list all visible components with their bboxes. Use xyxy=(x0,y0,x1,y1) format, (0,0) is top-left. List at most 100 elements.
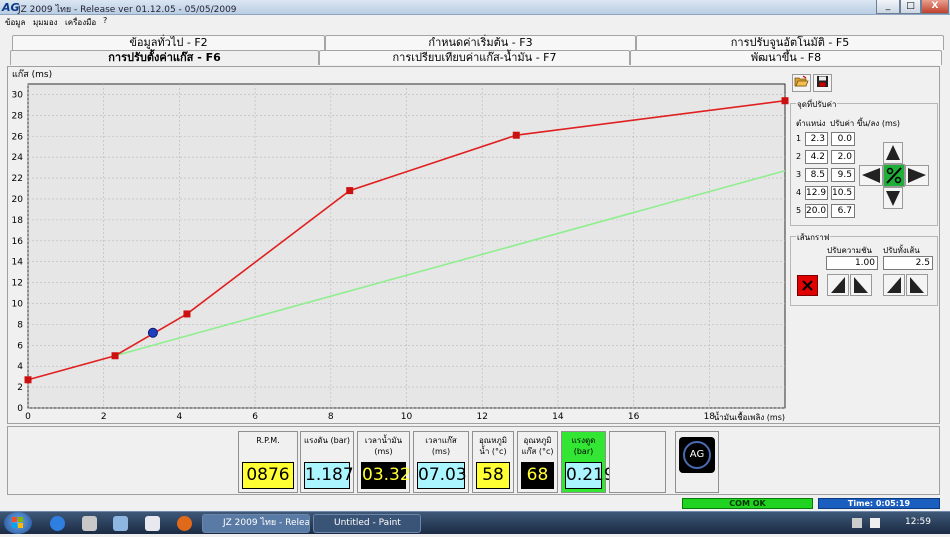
y-tick-label: 22 xyxy=(12,174,23,184)
gauge-value: 03.32 xyxy=(361,462,411,489)
point-position-field[interactable]: 4.2 xyxy=(805,150,828,164)
reset-center-button[interactable] xyxy=(883,164,905,187)
gauge: อุณหภูมิแก๊ส (°c) 68 xyxy=(517,431,558,493)
offset-down-button[interactable] xyxy=(906,274,928,296)
close-button[interactable]: X xyxy=(921,0,949,14)
point-position-field[interactable]: 20.0 xyxy=(805,204,828,218)
floppy-disk-icon[interactable] xyxy=(813,74,832,92)
tab-general-info[interactable]: ข้อมูลทั่วไป - F2 xyxy=(12,35,325,50)
task-jz2009[interactable]: JZ 2009 ไทย - Release... xyxy=(202,514,310,533)
gauge-label: เวลาแก๊ส (ms) xyxy=(425,436,457,456)
network-icon[interactable] xyxy=(852,518,862,528)
tab-gas-fuel-compare[interactable]: การเปรียบเทียบค่าแก๊ส-น้ำมัน - F7 xyxy=(319,50,630,65)
y-tick-label: 26 xyxy=(12,132,24,142)
window-title: JZ 2009 ไทย - Release ver 01.12.05 - 05/… xyxy=(18,5,237,15)
live-position-cursor xyxy=(147,327,158,338)
slope-field[interactable]: 1.00 xyxy=(826,256,878,270)
menu-view[interactable]: มุมมอง xyxy=(33,16,58,29)
x-tick-label: 14 xyxy=(552,412,564,422)
desktop-icon[interactable] xyxy=(113,516,128,531)
connection-status: COM OK xyxy=(682,498,813,509)
gas-curve-chart[interactable]: 0246810121416182022242628300 2 4 6 8 10 12 14 16… xyxy=(0,64,790,424)
point-adjust-field[interactable]: 6.7 xyxy=(831,204,855,218)
gauge: เวลาน้ำมัน (ms) 03.32 xyxy=(357,431,411,493)
firefox-icon[interactable] xyxy=(177,516,192,531)
right-panel: จุดที่ปรับค่า ตำแหน่ง ปรับค่า ขึ้น/ลง (m… xyxy=(790,72,940,422)
offset-field[interactable]: 2.5 xyxy=(883,256,933,270)
gauge: แรงดัน (bar) 1.187 xyxy=(300,431,354,493)
offset-up-button[interactable] xyxy=(883,274,905,296)
maximize-button[interactable]: □ xyxy=(900,0,921,14)
arrow-up-button[interactable] xyxy=(883,142,903,164)
minimize-button[interactable]: _ xyxy=(876,0,900,14)
tab-auto-tuning[interactable]: การปรับจูนอัตโนมัติ - F5 xyxy=(636,35,944,50)
logo-badge-text: AG xyxy=(683,441,711,469)
x-axis-label: น้ำมันเชื้อเพลิง (ms) xyxy=(714,411,785,422)
y-tick-label: 14 xyxy=(12,258,24,268)
task-jz2009-label: JZ 2009 ไทย - Release... xyxy=(223,518,310,528)
slope-up-button[interactable] xyxy=(827,274,849,296)
gauge-label: อุณหภูมิแก๊ส (°c) xyxy=(521,436,554,456)
task-paint-label: Untitled - Paint xyxy=(334,518,401,528)
y-tick-label: 24 xyxy=(12,153,24,163)
gauge-label: R.P.M. xyxy=(256,436,280,445)
graph-line-group: เส้นกราฟ ปรับความชัน ปรับทั้งเส้น 1.00 2… xyxy=(790,231,938,306)
task-paint[interactable]: Untitled - Paint xyxy=(313,514,421,533)
gauge-value: 0.219 xyxy=(565,462,615,489)
adjust-points-title: จุดที่ปรับค่า xyxy=(796,98,838,111)
curve-point-marker[interactable] xyxy=(111,352,119,360)
taskbar-clock: 12:59 xyxy=(905,517,931,527)
status-bar: COM OK Time: 0:05:19 xyxy=(0,497,950,510)
menu-help[interactable]: ? xyxy=(103,16,107,25)
x-tick-label: 12 xyxy=(476,412,487,422)
slope-down-button[interactable] xyxy=(850,274,872,296)
tab-initial-settings[interactable]: กำหนดค่าเริ่มต้น - F3 xyxy=(325,35,636,50)
y-tick-label: 28 xyxy=(12,111,24,121)
gauge: R.P.M. 0876 xyxy=(238,431,298,493)
volume-icon[interactable] xyxy=(870,518,880,528)
start-button[interactable] xyxy=(4,512,32,534)
arrow-right-button[interactable] xyxy=(905,165,929,186)
menu-data[interactable]: ข้อมูล xyxy=(5,16,25,29)
point-position-field[interactable]: 2.3 xyxy=(805,132,828,146)
point-adjust-field[interactable]: 2.0 xyxy=(831,150,855,164)
point-index: 3 xyxy=(796,170,802,179)
menu-tools[interactable]: เครื่องมือ xyxy=(65,16,96,29)
y-tick-label: 16 xyxy=(12,237,24,247)
point-adjust-field[interactable]: 9.5 xyxy=(831,168,855,182)
point-index: 2 xyxy=(796,152,802,161)
curve-point-marker[interactable] xyxy=(24,376,32,384)
point-adjust-field[interactable]: 10.5 xyxy=(831,186,855,200)
curve-point-marker[interactable] xyxy=(512,131,520,139)
point-index: 4 xyxy=(796,188,802,197)
logo-badge-frame: AG xyxy=(675,431,719,493)
point-index: 5 xyxy=(796,206,802,215)
media-icon[interactable] xyxy=(82,516,97,531)
curve-point-marker[interactable] xyxy=(781,97,789,105)
x-tick-label: 0 xyxy=(25,412,31,422)
y-tick-label: 0 xyxy=(17,404,23,414)
tab-gas-adjust[interactable]: การปรับตั้งค่าแก๊ส - F6 xyxy=(10,50,319,65)
curve-point-marker[interactable] xyxy=(346,187,354,195)
delete-line-button[interactable] xyxy=(797,275,818,296)
arrow-down-button[interactable] xyxy=(883,187,903,209)
folder-open-icon[interactable] xyxy=(792,74,811,92)
app-logo: AG xyxy=(2,1,20,14)
adjust-points-group: จุดที่ปรับค่า ตำแหน่ง ปรับค่า ขึ้น/ลง (m… xyxy=(790,98,938,226)
point-adjust-field[interactable]: 0.0 xyxy=(831,132,855,146)
gauge: อุณหภูมิน้ำ (°c) 58 xyxy=(472,431,514,493)
curve-point-marker[interactable] xyxy=(183,310,191,318)
calendar-icon[interactable] xyxy=(145,516,160,531)
browser-icon[interactable] xyxy=(50,516,65,531)
arrow-left-button[interactable] xyxy=(859,165,883,186)
menu-bar: ข้อมูล มุมมอง เครื่องมือ ? xyxy=(0,15,950,28)
y-tick-label: 30 xyxy=(12,90,24,100)
point-position-field[interactable]: 8.5 xyxy=(805,168,828,182)
gauge-label: แรงดัน (bar) xyxy=(303,436,351,445)
gauge-label: เวลาน้ำมัน (ms) xyxy=(364,436,403,456)
elapsed-time: Time: 0:05:19 xyxy=(818,498,940,509)
x-tick-label: 10 xyxy=(401,412,413,422)
tab-advanced[interactable]: พัฒนาขึ้น - F8 xyxy=(630,50,942,65)
y-tick-label: 18 xyxy=(12,216,24,226)
point-position-field[interactable]: 12.9 xyxy=(805,186,828,200)
